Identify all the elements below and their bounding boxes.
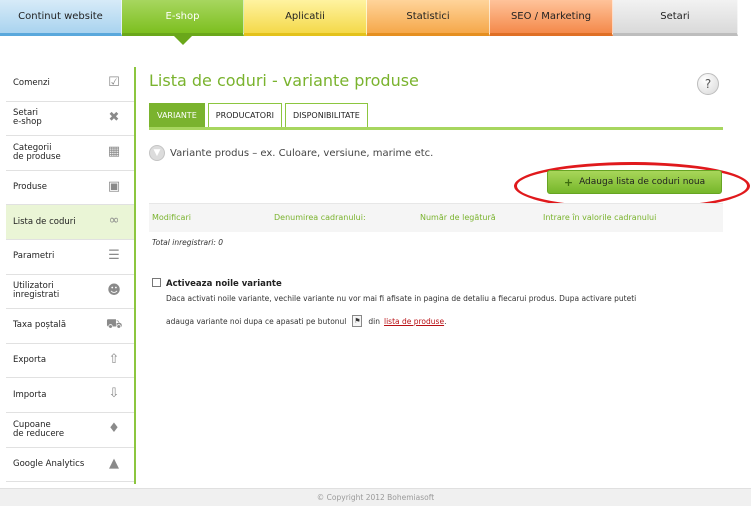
activate-checkbox[interactable] <box>152 278 161 287</box>
desc2-end-text: . <box>444 316 447 326</box>
tab-statistici[interactable]: Statistici <box>367 0 490 36</box>
sliders-icon: ☰ <box>108 247 120 263</box>
tab-continut-website[interactable]: Continut website <box>0 0 122 36</box>
add-code-list-button[interactable]: + Adauga lista de coduri noua <box>547 170 722 194</box>
plus-icon: + <box>563 175 574 189</box>
page-title: Lista de coduri - variante produse <box>149 71 419 90</box>
column-header-modificari[interactable]: Modificari <box>152 213 191 222</box>
sidebar-item-label: Importa <box>13 389 47 400</box>
sidebar-item-comenzi[interactable]: Comenzi ☑ <box>6 67 136 102</box>
add-button-label: Adauga lista de coduri noua <box>579 177 706 187</box>
delivery-truck-icon: ⛟ <box>106 317 123 333</box>
column-header-intrare[interactable]: Intrare în valorile cadranului <box>543 213 656 222</box>
clipboard-check-icon: ☑ <box>108 75 120 90</box>
column-header-numar[interactable]: Număr de legătură <box>420 213 496 222</box>
table-header: Modificari Denumirea cadranului: Număr d… <box>149 203 723 232</box>
activate-description-1: Daca activati noile variante, vechile va… <box>166 294 637 303</box>
sidebar-item-label: Google Analytics <box>13 458 85 469</box>
sidebar-item-setari-eshop[interactable]: Setari e-shop ✖ <box>6 101 136 137</box>
binoculars-icon: ∞ <box>108 213 120 229</box>
import-icon: ⇩ <box>108 386 120 402</box>
desc2-mid-text: din <box>368 316 380 326</box>
sidebar-item-categorii[interactable]: Categorii de produse ▦ <box>6 136 136 171</box>
analytics-chart-icon: ▲ <box>109 455 119 471</box>
sidebar-item-exporta[interactable]: Exporta ⇧ <box>6 343 136 379</box>
activate-title: Activeaza noile variante <box>166 279 282 289</box>
sidebar-item-google-analytics[interactable]: Google Analytics ▲ <box>6 447 136 483</box>
info-text: Variante produs – ex. Culoare, versiune,… <box>170 147 434 159</box>
tab-disponibilitate[interactable]: DISPONIBILITATE <box>284 103 368 127</box>
footer-copyright: © Copyright 2012 Bohemiasoft <box>316 493 435 502</box>
tab-aplicatii[interactable]: Aplicatii <box>244 0 367 36</box>
product-icon: ▣ <box>107 178 121 194</box>
boxes-icon: ▦ <box>107 144 121 160</box>
sidebar-item-taxa-postala[interactable]: Taxa poștală ⛟ <box>6 309 136 344</box>
sidebar-item-label: Exporta <box>13 355 47 366</box>
sidebar: Comenzi ☑ Setari e-shop ✖ Categorii de p… <box>6 67 136 483</box>
subtabs: VARIANTE PRODUCATORI DISPONIBILITATE <box>149 103 368 127</box>
tab-producatori[interactable]: PRODUCATORI <box>207 103 282 127</box>
tab-setari[interactable]: Setari <box>613 0 738 36</box>
sidebar-item-cupoane[interactable]: Cupoane de reducere ♦ <box>6 412 136 448</box>
variant-button-icon: ⚑ <box>352 315 363 327</box>
help-icon[interactable]: ? <box>697 73 719 95</box>
sidebar-item-lista-de-coduri[interactable]: Lista de coduri ∞ <box>6 205 136 240</box>
sidebar-item-label: Categorii de produse <box>13 142 61 162</box>
sidebar-item-label: Cupoane de reducere <box>13 419 65 439</box>
info-line: ▼ Variante produs – ex. Culoare, versiun… <box>149 145 433 161</box>
total-records: Total inregistrari: 0 <box>152 238 224 247</box>
tab-seo-marketing[interactable]: SEO / Marketing <box>490 0 613 36</box>
tools-icon: ✖ <box>108 109 120 125</box>
column-header-denumirea[interactable]: Denumirea cadranului: <box>274 213 366 222</box>
sidebar-item-utilizatori[interactable]: Utilizatori inregistrati ☻ <box>6 274 136 310</box>
sidebar-item-label: Comenzi <box>13 78 50 89</box>
sidebar-item-label: Setari e-shop <box>13 108 42 128</box>
sidebar-item-label: Lista de coduri <box>13 216 76 227</box>
product-list-link[interactable]: lista de produse <box>384 317 444 326</box>
top-navigation: Continut website E-shop Aplicatii Statis… <box>0 0 751 45</box>
users-icon: ☻ <box>107 282 121 298</box>
sidebar-divider <box>134 67 136 484</box>
sidebar-item-label: Produse <box>13 182 47 193</box>
chevron-down-icon[interactable]: ▼ <box>149 145 165 161</box>
sidebar-item-produse[interactable]: Produse ▣ <box>6 170 136 206</box>
sidebar-item-parametri[interactable]: Parametri ☰ <box>6 239 136 275</box>
sidebar-item-label: Parametri <box>13 251 55 262</box>
sidebar-item-label: Taxa poștală <box>13 320 67 331</box>
export-icon: ⇧ <box>108 351 120 367</box>
tab-underline <box>149 127 723 130</box>
sidebar-item-label: Utilizatori inregistrati <box>13 281 60 301</box>
activate-description-2: adauga variante noi dupa ce apasati pe b… <box>166 315 446 327</box>
tab-e-shop[interactable]: E-shop <box>122 0 244 45</box>
tab-variante[interactable]: VARIANTE <box>149 103 205 127</box>
sidebar-item-importa[interactable]: Importa ⇩ <box>6 378 136 413</box>
desc2-text: adauga variante noi dupa ce apasati pe b… <box>166 316 347 326</box>
coupon-tag-icon: ♦ <box>108 420 120 436</box>
